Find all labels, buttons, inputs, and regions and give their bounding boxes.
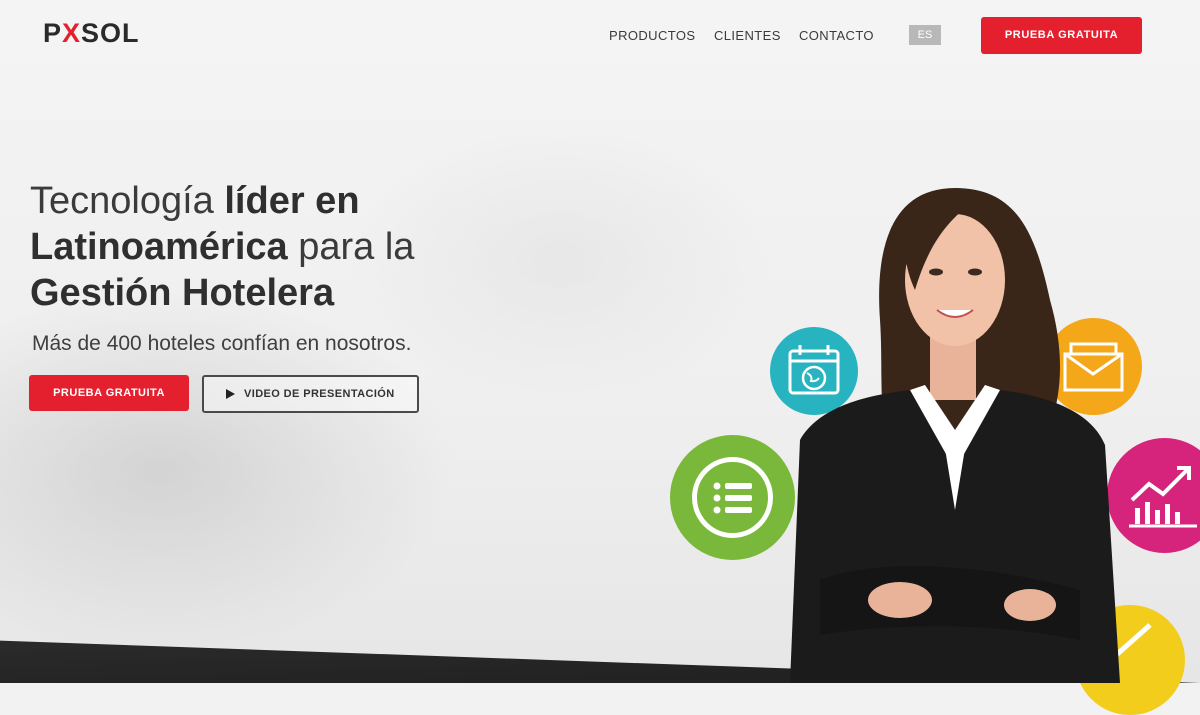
hero-free-trial-button[interactable]: PRUEBA GRATUITA	[29, 375, 189, 411]
businesswoman-image	[790, 188, 1120, 683]
header-free-trial-button[interactable]: PRUEBA GRATUITA	[981, 17, 1142, 54]
play-icon	[226, 389, 235, 399]
hero-headline: Tecnología líder en Latinoamérica para l…	[30, 178, 550, 316]
headline-part-4: para la	[287, 226, 415, 268]
list-icon	[670, 435, 795, 560]
nav-contacto[interactable]: CONTACTO	[799, 28, 874, 43]
video-presentation-button[interactable]: VIDEO DE PRESENTACIÓN	[202, 375, 419, 413]
nav-productos[interactable]: PRODUCTOS	[609, 28, 695, 43]
video-button-label: VIDEO DE PRESENTACIÓN	[244, 388, 395, 400]
headline-part-2: líder en	[224, 180, 360, 222]
language-selector[interactable]: ES	[909, 25, 941, 45]
growth-chart-icon	[1107, 438, 1200, 553]
headline-part-5: Gestión Hotelera	[30, 272, 335, 314]
headline-part-3: Latinoamérica	[30, 226, 288, 268]
hero-subheadline: Más de 400 hoteles confían en nosotros.	[32, 332, 412, 355]
headline-part-1: Tecnología	[30, 180, 225, 222]
nav-clientes[interactable]: CLIENTES	[714, 28, 781, 43]
